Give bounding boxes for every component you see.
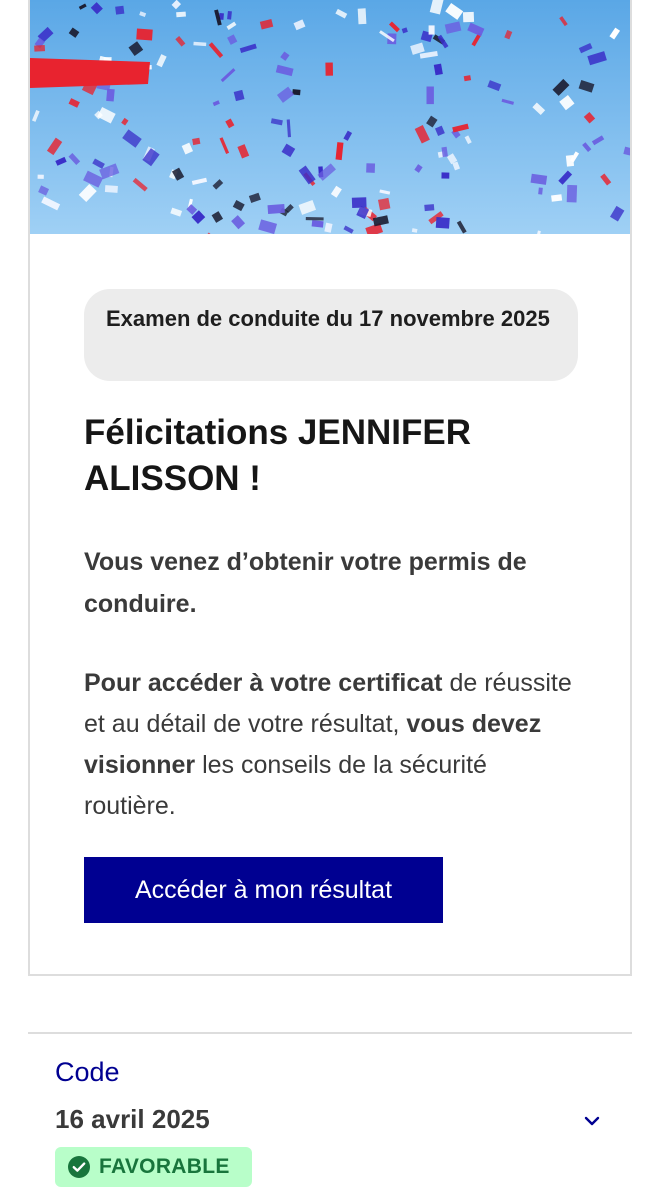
confetti-piece	[566, 184, 578, 203]
exam-date-label: 16 avril 2025	[55, 1104, 210, 1134]
confetti-piece	[538, 187, 543, 195]
confetti-piece	[34, 45, 46, 52]
confetti-piece	[176, 11, 186, 18]
view-result-button[interactable]: Accéder à mon résultat	[84, 857, 443, 923]
check-circle-icon	[68, 1156, 90, 1178]
red-streamer	[30, 58, 150, 88]
confetti-piece	[192, 137, 201, 146]
confetti-piece	[227, 11, 232, 20]
certificate-instructions: Pour accéder à votre certificat de réuss…	[84, 663, 584, 827]
confetti-piece	[428, 25, 435, 35]
confetti-piece	[565, 154, 575, 167]
confetti-piece	[311, 220, 324, 228]
instructions-bold-certificate: Pour accéder à votre certificat	[84, 669, 443, 697]
exam-date-pill: Examen de conduite du 17 novembre 2025	[84, 289, 578, 381]
confetti-piece	[366, 163, 376, 173]
confetti-piece	[136, 28, 153, 41]
confetti-piece	[325, 62, 334, 76]
favorable-status-badge: FAVORABLE	[55, 1147, 252, 1187]
confetti-piece	[462, 11, 475, 23]
confetti-piece	[305, 217, 324, 221]
confetti-piece	[357, 8, 367, 25]
confetti-piece	[435, 217, 450, 229]
confetti-piece	[106, 88, 115, 102]
confetti-piece	[115, 5, 125, 15]
result-card: Examen de conduite du 17 novembre 2025 F…	[28, 0, 632, 976]
exam-type-label: Code	[55, 1057, 120, 1087]
confetti-piece	[377, 197, 391, 211]
congratulations-title: Félicitations JENNIFER ALISSON !	[84, 413, 472, 498]
confetti-piece	[441, 172, 450, 179]
confetti-piece	[104, 185, 118, 193]
chevron-down-icon[interactable]	[582, 1113, 602, 1129]
section-divider	[28, 1032, 632, 1034]
confetti-piece	[351, 197, 367, 209]
confetti-piece	[426, 86, 434, 105]
confetti-piece	[424, 204, 435, 212]
license-obtained-message: Vous venez d’obtenir votre permis de con…	[84, 548, 527, 618]
confetti-piece	[551, 194, 563, 202]
status-label: FAVORABLE	[99, 1155, 230, 1178]
confetti-illustration	[30, 0, 630, 234]
confetti-piece	[37, 174, 44, 179]
confetti-piece	[267, 204, 285, 214]
confetti-banner-image	[30, 0, 630, 234]
